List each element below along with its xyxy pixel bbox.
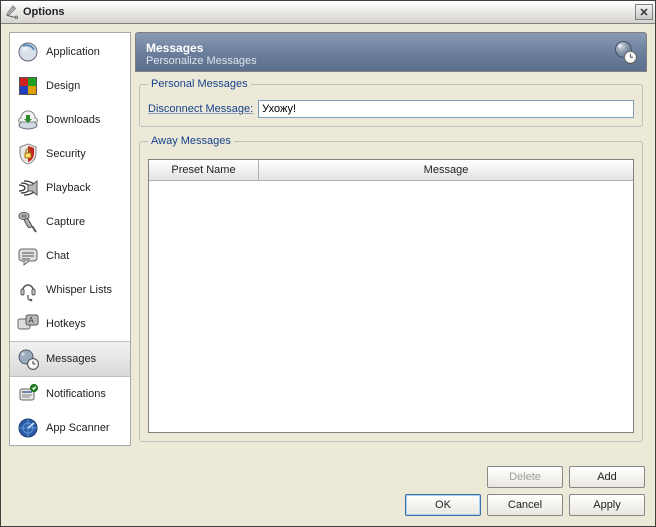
downloads-icon <box>16 108 40 132</box>
sidebar-item-app-scanner[interactable]: App Scanner <box>10 411 130 445</box>
svg-text:A: A <box>28 316 34 325</box>
personal-messages-legend: Personal Messages <box>148 78 251 90</box>
sidebar-item-label: Security <box>46 148 86 160</box>
page-subtitle: Personalize Messages <box>146 55 636 67</box>
away-messages-legend: Away Messages <box>148 135 234 147</box>
sidebar-item-label: Playback <box>46 182 91 194</box>
security-icon <box>16 142 40 166</box>
sidebar-item-label: Messages <box>46 353 96 365</box>
messages-header-icon <box>612 38 640 66</box>
sidebar-item-label: Downloads <box>46 114 100 126</box>
playback-icon <box>16 176 40 200</box>
body: Application Design Downloads Security Playba… <box>1 24 655 454</box>
titlebar: Options ✕ <box>1 1 655 24</box>
sidebar-item-downloads[interactable]: Downloads <box>10 103 130 137</box>
away-table: Preset Name Message <box>148 159 634 433</box>
sidebar-item-label: Capture <box>46 216 85 228</box>
page-title: Messages <box>146 41 636 55</box>
ok-button[interactable]: OK <box>405 494 481 516</box>
design-icon <box>16 74 40 98</box>
options-window: Options ✕ Application Design Downloads Secu… <box>0 0 656 527</box>
sidebar-item-hotkeys[interactable]: A Hotkeys <box>10 307 130 341</box>
cancel-button[interactable]: Cancel <box>487 494 563 516</box>
scanner-icon <box>16 416 40 440</box>
table-header: Preset Name Message <box>149 160 633 181</box>
disconnect-input[interactable] <box>258 100 634 118</box>
sidebar-item-capture[interactable]: Capture <box>10 205 130 239</box>
col-preset-name[interactable]: Preset Name <box>149 160 259 180</box>
hotkeys-icon: A <box>16 312 40 336</box>
disconnect-row: Disconnect Message: <box>148 100 634 118</box>
disconnect-label: Disconnect Message: <box>148 103 253 115</box>
content-body: Personal Messages Disconnect Message: Aw… <box>135 72 647 446</box>
sidebar-item-notifications[interactable]: Notifications <box>10 377 130 411</box>
notify-icon <box>16 382 40 406</box>
sidebar-item-label: Chat <box>46 250 69 262</box>
delete-button[interactable]: Delete <box>487 466 563 488</box>
sidebar-item-security[interactable]: Security <box>10 137 130 171</box>
col-message[interactable]: Message <box>259 160 633 180</box>
capture-icon <box>16 210 40 234</box>
close-button[interactable]: ✕ <box>635 4 653 20</box>
row-delete-add: Delete Add <box>487 466 645 488</box>
personal-messages-group: Personal Messages Disconnect Message: <box>139 78 643 127</box>
options-icon <box>5 5 19 19</box>
titlebar-title: Options <box>23 6 635 18</box>
app-icon <box>16 40 40 64</box>
chat-icon <box>16 244 40 268</box>
sidebar-item-label: Application <box>46 46 100 58</box>
content: Messages Personalize Messages <box>135 32 647 446</box>
sidebar-item-label: Whisper Lists <box>46 284 112 296</box>
sidebar: Application Design Downloads Security Playba… <box>9 32 131 446</box>
sidebar-item-label: Notifications <box>46 388 106 400</box>
sidebar-item-messages[interactable]: Messages <box>10 341 130 377</box>
close-icon: ✕ <box>639 6 648 19</box>
sidebar-item-playback[interactable]: Playback <box>10 171 130 205</box>
footer: Delete Add OK Cancel Apply <box>1 454 655 526</box>
sidebar-item-design[interactable]: Design <box>10 69 130 103</box>
sidebar-item-label: Hotkeys <box>46 318 86 330</box>
add-button[interactable]: Add <box>569 466 645 488</box>
apply-button[interactable]: Apply <box>569 494 645 516</box>
sidebar-item-whisper-lists[interactable]: Whisper Lists <box>10 273 130 307</box>
whisper-icon <box>16 278 40 302</box>
content-header: Messages Personalize Messages <box>135 32 647 72</box>
table-body[interactable] <box>149 181 633 432</box>
sidebar-item-label: Design <box>46 80 80 92</box>
sidebar-item-application[interactable]: Application <box>10 35 130 69</box>
row-ok-cancel-apply: OK Cancel Apply <box>405 494 645 516</box>
messages-icon <box>16 347 40 371</box>
away-messages-group: Away Messages Preset Name Message <box>139 135 643 442</box>
sidebar-item-label: App Scanner <box>46 422 110 434</box>
sidebar-item-chat[interactable]: Chat <box>10 239 130 273</box>
